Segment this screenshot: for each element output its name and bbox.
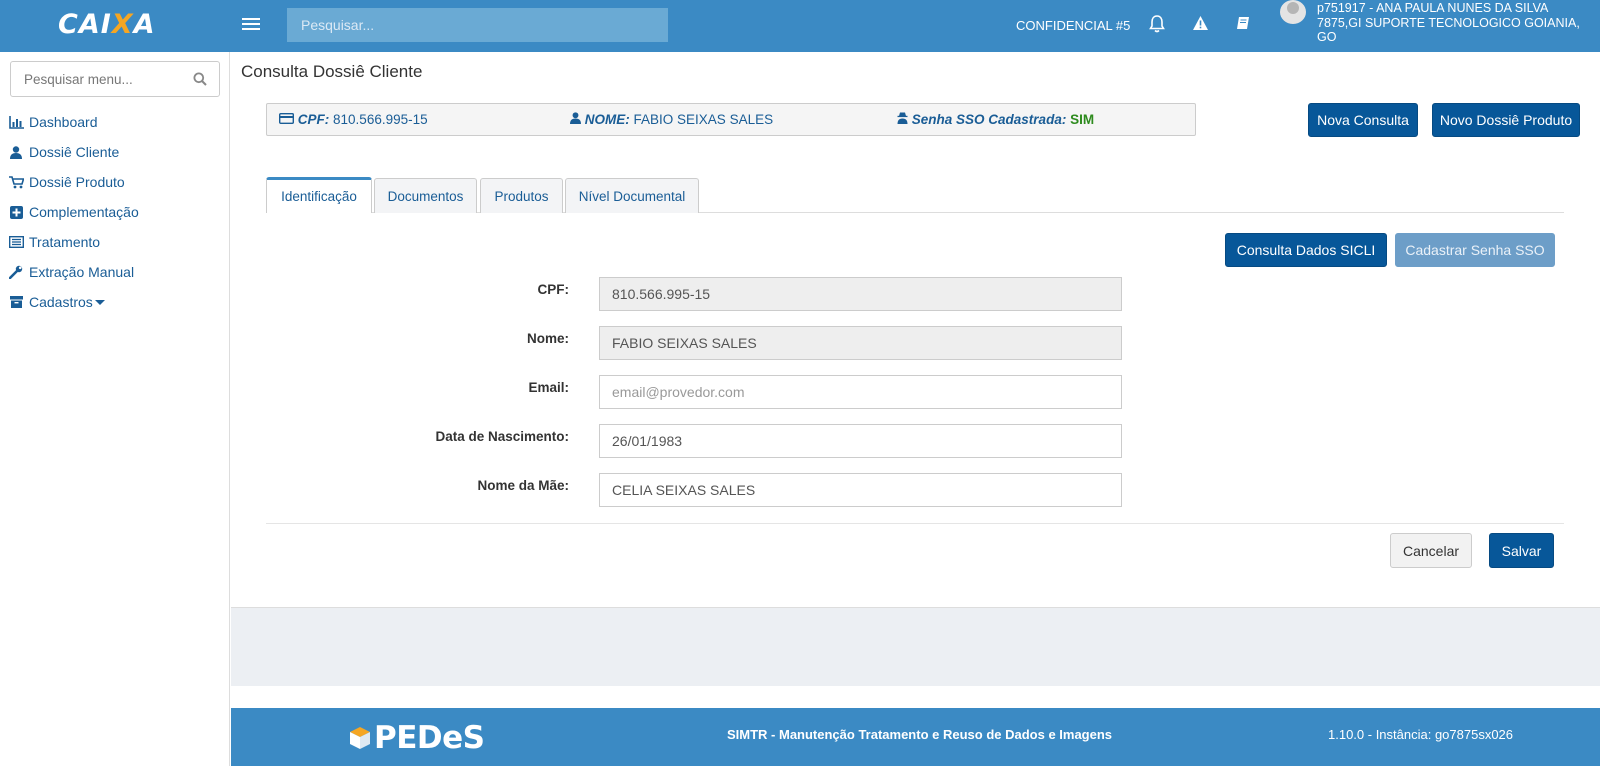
client-info-bar: CPF: 810.566.995-15 NOME: FABIO SEIXAS S… — [266, 103, 1196, 136]
save-button[interactable]: Salvar — [1489, 533, 1554, 568]
nome-field[interactable] — [599, 326, 1122, 360]
plus-square-icon — [8, 205, 24, 219]
info-senha: Senha SSO Cadastrada: SIM — [897, 112, 1094, 127]
menu-search-input[interactable] — [11, 62, 181, 96]
novo-dossie-produto-button[interactable]: Novo Dossiê Produto — [1432, 103, 1580, 137]
sidebar-item-cadastros[interactable]: Cadastros — [8, 292, 105, 312]
confidencial-label: CONFIDENCIAL #5 — [1016, 18, 1131, 33]
sidebar-item-dossie-cliente[interactable]: Dossiê Cliente — [8, 142, 119, 162]
menu-search — [10, 61, 220, 97]
list-icon — [8, 235, 24, 249]
info-senha-value: SIM — [1070, 112, 1095, 127]
warning-icon[interactable] — [1192, 15, 1212, 35]
sidebar-item-label: Dossiê Produto — [29, 174, 125, 190]
archive-icon — [8, 295, 24, 309]
tab-identificacao[interactable]: Identificação — [266, 177, 372, 213]
consulta-sicli-button[interactable]: Consulta Dados SICLI — [1225, 233, 1387, 267]
user-avatar[interactable] — [1280, 0, 1306, 24]
tab-produtos[interactable]: Produtos — [480, 178, 563, 213]
email-field[interactable] — [599, 375, 1122, 409]
pedes-text: PEDeS — [374, 720, 485, 756]
nome-mae-field[interactable] — [599, 473, 1122, 507]
global-search-input[interactable] — [287, 8, 668, 42]
user-icon — [570, 112, 581, 127]
caret-down-icon — [94, 299, 105, 305]
info-cpf: CPF: 810.566.995-15 — [278, 112, 428, 127]
sidebar-item-label: Extração Manual — [29, 264, 135, 280]
book-icon[interactable] — [1235, 15, 1255, 35]
bell-icon[interactable] — [1149, 15, 1169, 35]
info-cpf-label: CPF: — [297, 112, 330, 127]
info-senha-label: Senha SSO Cadastrada: — [911, 112, 1067, 127]
content-background — [231, 608, 1600, 686]
data-nascimento-label: Data de Nascimento: — [435, 429, 569, 444]
cpf-field[interactable] — [599, 277, 1122, 311]
sidebar-item-label: Complementação — [29, 204, 139, 220]
credit-card-icon — [278, 112, 295, 127]
footer-version: 1.10.0 - Instância: go7875sx026 — [1328, 727, 1514, 742]
cancel-button[interactable]: Cancelar — [1390, 533, 1472, 568]
sidebar-item-label: Dossiê Cliente — [29, 144, 120, 160]
nome-mae-label: Nome da Mãe: — [477, 478, 569, 493]
tab-documentos[interactable]: Documentos — [374, 178, 477, 213]
info-nome-value: FABIO SEIXAS SALES — [633, 112, 774, 127]
nome-label: Nome: — [526, 331, 569, 346]
sidebar-item-dashboard[interactable]: Dashboard — [8, 112, 98, 132]
sidebar-item-label: Dashboard — [29, 114, 98, 130]
info-nome: NOME: FABIO SEIXAS SALES — [570, 112, 773, 127]
user-name[interactable]: p751917 - ANA PAULA NUNES DA SILVA — [1317, 1, 1548, 15]
user-icon — [8, 145, 24, 159]
user-unit: 7875,GI SUPORTE TECNOLOGICO GOIANIA, GO — [1317, 16, 1580, 44]
sidebar-item-label: Cadastros — [29, 294, 93, 310]
data-nascimento-field[interactable] — [599, 424, 1122, 458]
pedes-logo: PEDeS — [348, 720, 485, 756]
user-secret-icon — [897, 112, 908, 127]
caixa-logo[interactable]: CAIXA — [58, 9, 156, 40]
sidebar-item-extracao-manual[interactable]: Extração Manual — [8, 262, 134, 282]
cart-icon — [8, 175, 24, 189]
info-cpf-value: 810.566.995-15 — [333, 112, 428, 127]
menu-icon[interactable] — [242, 15, 260, 35]
bar-chart-icon — [8, 115, 24, 129]
nova-consulta-button[interactable]: Nova Consulta — [1308, 103, 1418, 137]
email-label: Email: — [528, 380, 569, 395]
form-divider — [266, 523, 1564, 524]
info-nome-label: NOME: — [584, 112, 630, 127]
sidebar-item-tratamento[interactable]: Tratamento — [8, 232, 100, 252]
cube-icon — [350, 727, 370, 749]
sidebar-item-complementacao[interactable]: Complementação — [8, 202, 139, 222]
cpf-label: CPF: — [537, 282, 570, 297]
search-icon[interactable] — [193, 72, 207, 89]
wrench-icon — [8, 265, 24, 279]
sidebar-item-dossie-produto[interactable]: Dossiê Produto — [8, 172, 125, 192]
cadastrar-senha-sso-button[interactable]: Cadastrar Senha SSO — [1395, 233, 1555, 267]
footer-system-name: SIMTR - Manutenção Tratamento e Reuso de… — [727, 727, 1113, 742]
page-title: Consulta Dossiê Cliente — [241, 62, 423, 81]
tab-nivel-documental[interactable]: Nível Documental — [565, 178, 699, 213]
sidebar-item-label: Tratamento — [29, 234, 101, 250]
